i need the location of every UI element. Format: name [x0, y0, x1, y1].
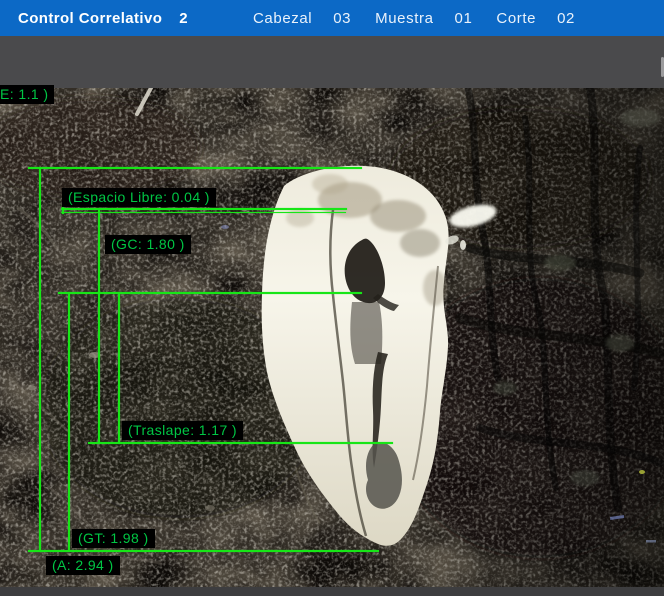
measure-label-traslape: (Traslape: 1.17 ) — [122, 421, 243, 440]
measure-line-gt-vertical — [68, 292, 70, 551]
measure-line-gc-vertical — [98, 208, 100, 443]
nav-item-corte[interactable]: Corte 02 — [496, 10, 575, 27]
corte-value: 02 — [557, 10, 575, 27]
corte-label: Corte — [496, 10, 536, 27]
measure-line-a-top — [28, 167, 362, 169]
app-title: Control Correlativo — [18, 10, 162, 27]
measure-label-gt: (GT: 1.98 ) — [72, 529, 155, 548]
measure-line-traslape-bottom — [88, 442, 393, 444]
measure-label-a: (A: 2.94 ) — [46, 556, 120, 575]
cabezal-label: Cabezal — [253, 10, 312, 27]
measure-line-bottom — [28, 550, 379, 552]
measure-line-espacio-lower — [61, 212, 346, 213]
measure-line-gt-top — [58, 292, 362, 294]
header-nav: Cabezal 03 Muestra 01 Corte 02 — [253, 0, 575, 36]
cabezal-value: 03 — [333, 10, 351, 27]
measure-line-traslape-vertical — [118, 292, 120, 443]
header-bar: Control Correlativo 2 Cabezal 03 Muestra… — [0, 0, 664, 36]
nav-item-cabezal[interactable]: Cabezal 03 — [253, 10, 351, 27]
measure-label-espacio-libre: (Espacio Libre: 0.04 ) — [62, 188, 216, 207]
measure-label-gc: (GC: 1.80 ) — [105, 235, 191, 254]
bottom-strip — [0, 587, 664, 596]
muestra-label: Muestra — [375, 10, 433, 27]
measure-line-espacio-upper — [61, 208, 347, 210]
muestra-value: 01 — [455, 10, 473, 27]
measure-label-e: (E: 1.1 ) — [0, 85, 54, 104]
measure-line-a-vertical — [39, 167, 41, 552]
nav-item-muestra[interactable]: Muestra 01 — [375, 10, 472, 27]
app-title-value: 2 — [179, 10, 187, 27]
toolbar-strip — [0, 36, 664, 88]
